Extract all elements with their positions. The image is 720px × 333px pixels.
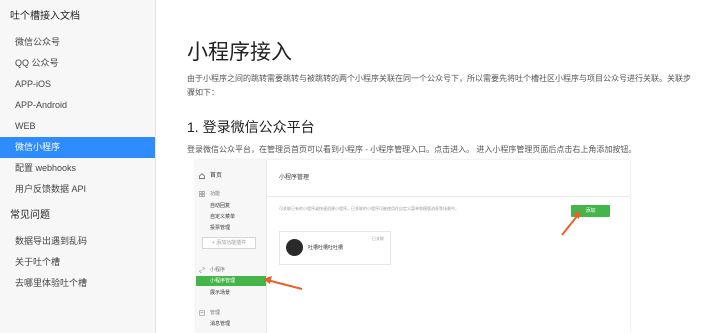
sidebar-item-about[interactable]: 关于吐个槽 <box>0 252 155 273</box>
sidebar-item-web[interactable]: WEB <box>0 116 155 137</box>
admin-nav-group-features-label: 功能 <box>210 191 221 197</box>
admin-nav-auto-reply: 自动回复 <box>210 203 231 209</box>
sidebar-item-webhooks[interactable]: 配置 webhooks <box>0 158 155 179</box>
doc-content: 小程序接入 由于小程序之间的跳转需要跳转与被跳转的两个小程序关联在同一个公众号下… <box>155 0 720 333</box>
grid-icon <box>199 191 205 197</box>
miniprogram-card: 吐槽吐槽吐吐槽 已关联 <box>279 231 391 265</box>
arrow-to-add-button-icon <box>561 211 581 236</box>
link-icon <box>199 267 205 273</box>
admin-screenshot: 首页 功能 自动回复 自定义菜单 投票管理 + 添加功能插件 小程序 小程序管理… <box>196 160 630 333</box>
home-icon <box>199 173 205 179</box>
admin-nav-vote: 投票管理 <box>210 225 231 231</box>
sidebar-item-wechat-official[interactable]: 微信公众号 <box>0 32 155 53</box>
miniprogram-name: 吐槽吐槽吐吐槽 <box>308 245 344 251</box>
sidebar-item-try-it[interactable]: 去哪里体验吐个槽 <box>0 273 155 294</box>
sidebar-section-faq: 常见问题 <box>10 210 50 221</box>
admin-main: 小程序管理 可关联已有的小程序或快速创建小程序。已关联的小程序可被使用在自定义菜… <box>267 160 630 333</box>
admin-nav-custom-menu: 自定义菜单 <box>210 214 236 220</box>
admin-note: 可关联已有的小程序或快速创建小程序。已关联的小程序可被使用在自定义菜单和模版消息… <box>279 206 459 211</box>
admin-nav-group-manage: 管理 <box>196 307 266 319</box>
section-title-login: 1. 登录微信公众平台 <box>187 119 315 135</box>
manage-icon <box>199 310 205 316</box>
sidebar-item-export-garbled[interactable]: 数据导出遇到乱码 <box>0 231 155 252</box>
sidebar-section-docs: 吐个槽接入文档 <box>10 11 80 22</box>
miniprogram-avatar <box>286 239 303 256</box>
admin-nav-group-features: 功能 <box>196 188 266 200</box>
admin-nav-add-plugin: + 添加功能插件 <box>202 237 256 249</box>
admin-nav-group-manage-label: 管理 <box>210 310 221 316</box>
admin-nav-home: 首页 <box>196 170 266 182</box>
admin-nav-miniprogram-manage: 小程序管理 <box>196 276 266 286</box>
admin-header-title: 小程序管理 <box>279 175 310 181</box>
sidebar-item-app-android[interactable]: APP-Android <box>0 95 155 116</box>
admin-nav-home-label: 首页 <box>210 173 223 179</box>
admin-nav-message-manage: 消息管理 <box>210 321 231 327</box>
section-description: 登录微信公众平台，在管理员首页可以看到小程序 - 小程序管理入口。点击进入。 进… <box>187 145 637 154</box>
page-title: 小程序接入 <box>187 41 292 64</box>
sidebar-item-feedback-api[interactable]: 用户反馈数据 API <box>0 179 155 200</box>
docs-sidebar: 吐个槽接入文档 微信公众号 QQ 公众号 APP-iOS APP-Android… <box>0 0 156 333</box>
admin-nav-group-miniprogram: 小程序 <box>196 264 266 276</box>
admin-nav-group-miniprogram-label: 小程序 <box>210 267 226 273</box>
miniprogram-status: 已关联 <box>372 236 384 241</box>
admin-nav: 首页 功能 自动回复 自定义菜单 投票管理 + 添加功能插件 小程序 小程序管理… <box>196 160 267 333</box>
intro-paragraph: 由于小程序之间的跳转需要跳转与被跳转的两个小程序关联在同一个公众号下，所以需要先… <box>187 74 691 97</box>
arrow-to-miniprogram-manage-icon <box>263 276 303 290</box>
sidebar-item-app-ios[interactable]: APP-iOS <box>0 74 155 95</box>
sidebar-item-qq-official[interactable]: QQ 公众号 <box>0 53 155 74</box>
sidebar-item-miniprogram[interactable]: 微信小程序 <box>0 137 155 158</box>
admin-header: 小程序管理 <box>267 160 630 197</box>
admin-nav-display-scene: 展示场景 <box>210 290 231 296</box>
